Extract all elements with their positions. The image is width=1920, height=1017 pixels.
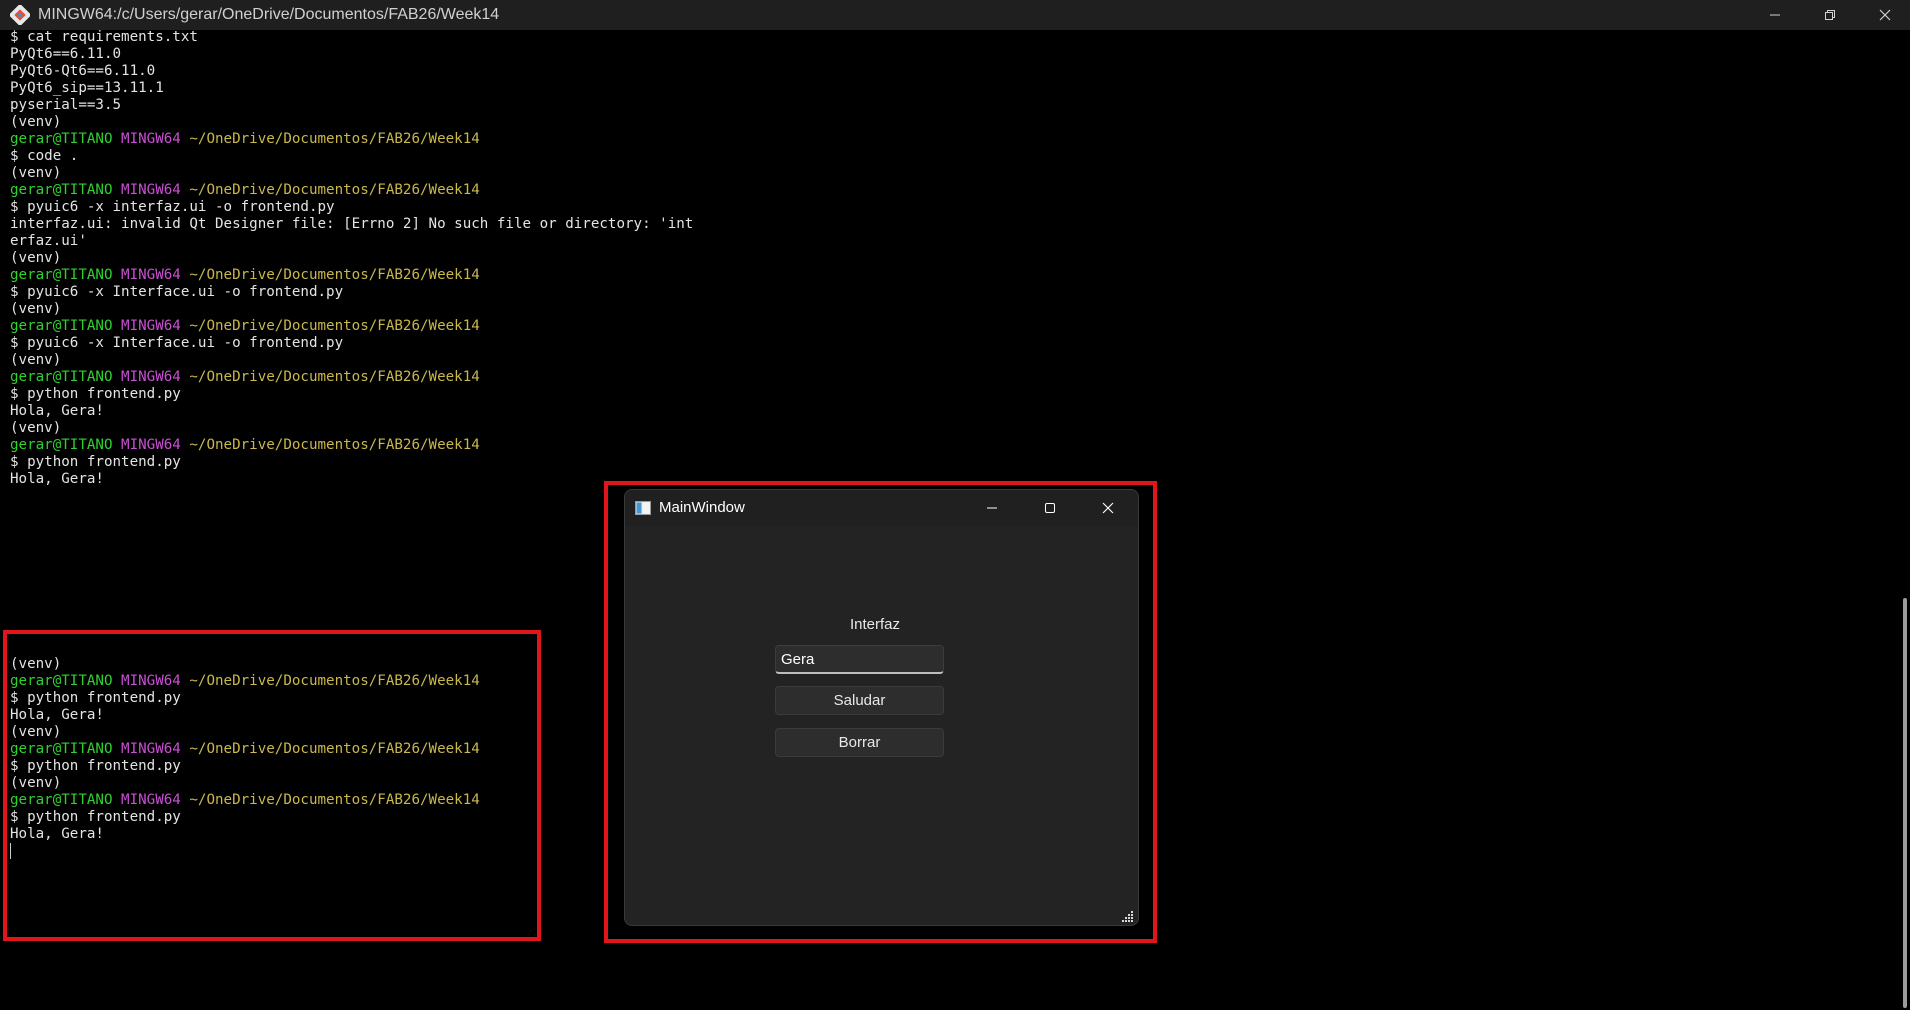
terminal-scrollbar-thumb[interactable]: [1903, 598, 1907, 1008]
screen-margin: [0, 1010, 1920, 1017]
prompt-path: ~/OneDrive/Documentos/FAB26/Week14: [189, 131, 480, 147]
highlight-box-terminal: [3, 630, 541, 941]
close-icon[interactable]: [1855, 0, 1915, 30]
prompt-user: gerar@TITANO: [10, 369, 113, 385]
prompt-user: gerar@TITANO: [10, 318, 113, 334]
prompt-shell: MINGW64: [121, 131, 181, 147]
terminal-line: $ pyuic6 -x interfaz.ui -o frontend.py: [10, 199, 335, 215]
prompt-user: gerar@TITANO: [10, 437, 113, 453]
terminal-title-bar[interactable]: MINGW64:/c/Users/gerar/OneDrive/Document…: [0, 0, 1910, 30]
terminal-prompt: gerar@TITANO MINGW64 ~/OneDrive/Document…: [10, 267, 480, 284]
terminal-line: Hola, Gera!: [10, 403, 104, 419]
prompt-path: ~/OneDrive/Documentos/FAB26/Week14: [189, 318, 480, 334]
terminal-line: (venv): [10, 114, 62, 130]
terminal-line: interfaz.ui: invalid Qt Designer file: […: [10, 216, 694, 232]
terminal-prompt: gerar@TITANO MINGW64 ~/OneDrive/Document…: [10, 131, 480, 148]
prompt-path: ~/OneDrive/Documentos/FAB26/Week14: [189, 182, 480, 198]
terminal-prompt: gerar@TITANO MINGW64 ~/OneDrive/Document…: [10, 318, 480, 335]
highlight-box-app: [604, 481, 1157, 943]
terminal-line: Hola, Gera!: [10, 471, 104, 487]
minimize-icon[interactable]: [1745, 0, 1805, 30]
terminal-line: $ pyuic6 -x Interface.ui -o frontend.py: [10, 284, 344, 300]
terminal-prompt: gerar@TITANO MINGW64 ~/OneDrive/Document…: [10, 369, 480, 386]
terminal-line: (venv): [10, 301, 62, 317]
terminal-line: (venv): [10, 420, 62, 436]
terminal-prompt: gerar@TITANO MINGW64 ~/OneDrive/Document…: [10, 182, 480, 199]
terminal-line: erfaz.ui': [10, 233, 87, 249]
screen-margin: [1910, 0, 1920, 1017]
terminal-line: $ python frontend.py: [10, 386, 181, 402]
terminal-line: (venv): [10, 165, 62, 181]
prompt-shell: MINGW64: [121, 437, 181, 453]
prompt-user: gerar@TITANO: [10, 267, 113, 283]
terminal-title: MINGW64:/c/Users/gerar/OneDrive/Document…: [38, 6, 500, 23]
terminal-line: $ pyuic6 -x Interface.ui -o frontend.py: [10, 335, 344, 351]
prompt-path: ~/OneDrive/Documentos/FAB26/Week14: [189, 437, 480, 453]
prompt-user: gerar@TITANO: [10, 182, 113, 198]
terminal-line: $ cat requirements.txt: [10, 29, 198, 45]
terminal-line: $ python frontend.py: [10, 454, 181, 470]
prompt-shell: MINGW64: [121, 318, 181, 334]
restore-icon[interactable]: [1800, 0, 1860, 30]
prompt-user: gerar@TITANO: [10, 131, 113, 147]
prompt-path: ~/OneDrive/Documentos/FAB26/Week14: [189, 267, 480, 283]
prompt-shell: MINGW64: [121, 267, 181, 283]
terminal-line: $ code .: [10, 148, 79, 164]
git-bash-icon: [8, 3, 32, 27]
prompt-shell: MINGW64: [121, 369, 181, 385]
terminal-line: PyQt6-Qt6==6.11.0: [10, 63, 156, 79]
terminal-line: (venv): [10, 250, 62, 266]
terminal-line: (venv): [10, 352, 62, 368]
terminal-line: pyserial==3.5: [10, 97, 122, 113]
prompt-shell: MINGW64: [121, 182, 181, 198]
terminal-line: PyQt6_sip==13.11.1: [10, 80, 164, 96]
terminal-prompt: gerar@TITANO MINGW64 ~/OneDrive/Document…: [10, 437, 480, 454]
terminal-line: PyQt6==6.11.0: [10, 46, 122, 62]
prompt-path: ~/OneDrive/Documentos/FAB26/Week14: [189, 369, 480, 385]
